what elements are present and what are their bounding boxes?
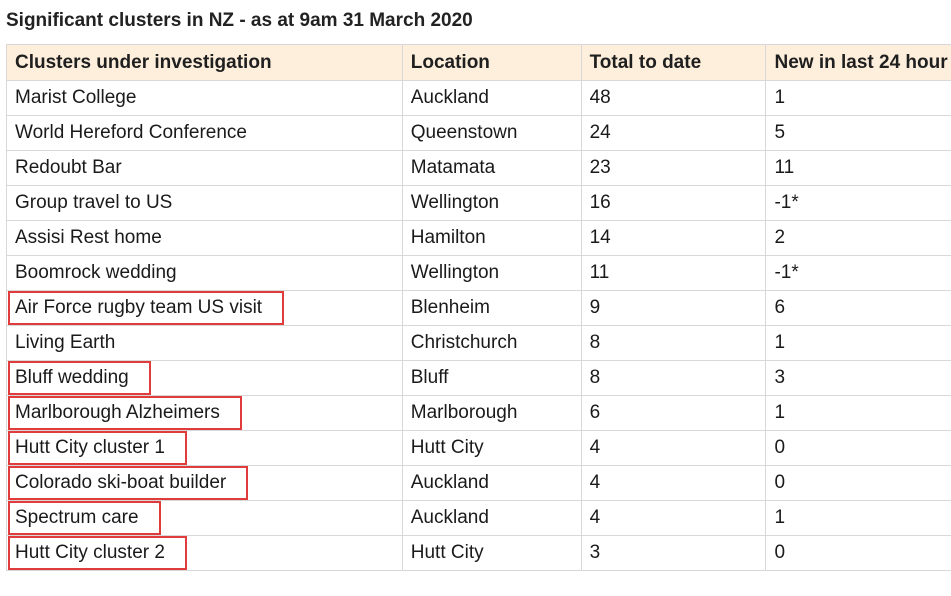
cluster-name-cell: Hutt City cluster 2 <box>6 535 403 571</box>
total-cell: 16 <box>580 185 767 221</box>
location-cell: Bluff <box>401 360 582 396</box>
cluster-name-cell: Spectrum care <box>6 500 403 536</box>
column-header-location: Location <box>401 44 582 81</box>
new-cell: 0 <box>765 535 951 571</box>
table-row: Marlborough Alzheimers Marlborough 6 1 <box>6 395 951 431</box>
cluster-name-cell: Marlborough Alzheimers <box>6 395 403 431</box>
table-header-row: Clusters under investigation Location To… <box>6 44 951 81</box>
location-cell: Queenstown <box>401 115 582 151</box>
total-cell: 6 <box>580 395 767 431</box>
cluster-name-cell: Boomrock wedding <box>6 255 403 291</box>
new-cell: 11 <box>765 150 951 186</box>
new-cell: -1* <box>765 255 951 291</box>
table-row: Group travel to US Wellington 16 -1* <box>6 185 951 221</box>
location-cell: Auckland <box>401 500 582 536</box>
cluster-name-cell: Assisi Rest home <box>6 220 403 256</box>
new-cell: 1 <box>765 500 951 536</box>
table-row: Spectrum care Auckland 4 1 <box>6 500 951 536</box>
location-cell: Auckland <box>401 465 582 501</box>
location-cell: Wellington <box>401 255 582 291</box>
new-cell: 1 <box>765 395 951 431</box>
highlighted-cluster-name: Bluff wedding <box>8 361 151 395</box>
cluster-name-cell: Marist College <box>6 80 403 116</box>
cluster-name-cell: World Hereford Conference <box>6 115 403 151</box>
table-row: Marist College Auckland 48 1 <box>6 80 951 116</box>
highlighted-cluster-name: Marlborough Alzheimers <box>8 396 242 430</box>
new-cell: 2 <box>765 220 951 256</box>
cluster-name-cell: Bluff wedding <box>6 360 403 396</box>
total-cell: 8 <box>580 325 767 361</box>
location-cell: Marlborough <box>401 395 582 431</box>
clusters-table: Clusters under investigation Location To… <box>6 44 951 571</box>
cluster-name-cell: Air Force rugby team US visit <box>6 290 403 326</box>
new-cell: 6 <box>765 290 951 326</box>
cluster-name: Assisi Rest home <box>15 227 162 248</box>
column-header-cluster: Clusters under investigation <box>6 44 403 81</box>
highlighted-cluster-name: Spectrum care <box>8 501 161 535</box>
total-cell: 23 <box>580 150 767 186</box>
new-cell: 3 <box>765 360 951 396</box>
table-row: World Hereford Conference Queenstown 24 5 <box>6 115 951 151</box>
location-cell: Auckland <box>401 80 582 116</box>
table-row: Colorado ski-boat builder Auckland 4 0 <box>6 465 951 501</box>
total-cell: 3 <box>580 535 767 571</box>
new-cell: 0 <box>765 430 951 466</box>
total-cell: 48 <box>580 80 767 116</box>
cluster-name-cell: Colorado ski-boat builder <box>6 465 403 501</box>
total-cell: 24 <box>580 115 767 151</box>
highlighted-cluster-name: Hutt City cluster 1 <box>8 431 187 465</box>
location-cell: Christchurch <box>401 325 582 361</box>
new-cell: 5 <box>765 115 951 151</box>
cluster-name: Marist College <box>15 87 137 108</box>
cluster-name: Living Earth <box>15 332 116 353</box>
location-cell: Matamata <box>401 150 582 186</box>
table-row: Boomrock wedding Wellington 11 -1* <box>6 255 951 291</box>
location-cell: Wellington <box>401 185 582 221</box>
cluster-name-cell: Living Earth <box>6 325 403 361</box>
highlighted-cluster-name: Hutt City cluster 2 <box>8 536 187 570</box>
cluster-name: Redoubt Bar <box>15 157 122 178</box>
table-row: Redoubt Bar Matamata 23 11 <box>6 150 951 186</box>
cluster-name-cell: Redoubt Bar <box>6 150 403 186</box>
total-cell: 4 <box>580 430 767 466</box>
table-row: Hutt City cluster 1 Hutt City 4 0 <box>6 430 951 466</box>
cluster-name: Boomrock wedding <box>15 262 177 283</box>
highlighted-cluster-name: Air Force rugby team US visit <box>8 291 285 325</box>
new-cell: 0 <box>765 465 951 501</box>
table-row: Air Force rugby team US visit Blenheim 9 6 <box>6 290 951 326</box>
location-cell: Hutt City <box>401 430 582 466</box>
new-cell: -1* <box>765 185 951 221</box>
cluster-name: World Hereford Conference <box>15 122 247 143</box>
cluster-name: Group travel to US <box>15 192 173 213</box>
location-cell: Blenheim <box>401 290 582 326</box>
location-cell: Hamilton <box>401 220 582 256</box>
table-row: Assisi Rest home Hamilton 14 2 <box>6 220 951 256</box>
new-cell: 1 <box>765 325 951 361</box>
column-header-total: Total to date <box>580 44 767 81</box>
highlighted-cluster-name: Colorado ski-boat builder <box>8 466 249 500</box>
table-row: Hutt City cluster 2 Hutt City 3 0 <box>6 535 951 571</box>
column-header-new: New in last 24 hour <box>765 44 951 81</box>
location-cell: Hutt City <box>401 535 582 571</box>
total-cell: 14 <box>580 220 767 256</box>
cluster-name-cell: Hutt City cluster 1 <box>6 430 403 466</box>
cluster-name-cell: Group travel to US <box>6 185 403 221</box>
new-cell: 1 <box>765 80 951 116</box>
total-cell: 9 <box>580 290 767 326</box>
total-cell: 4 <box>580 500 767 536</box>
total-cell: 8 <box>580 360 767 396</box>
page-title: Significant clusters in NZ - as at 9am 3… <box>6 10 473 31</box>
table-row: Bluff wedding Bluff 8 3 <box>6 360 951 396</box>
total-cell: 11 <box>580 255 767 291</box>
total-cell: 4 <box>580 465 767 501</box>
table-row: Living Earth Christchurch 8 1 <box>6 325 951 361</box>
